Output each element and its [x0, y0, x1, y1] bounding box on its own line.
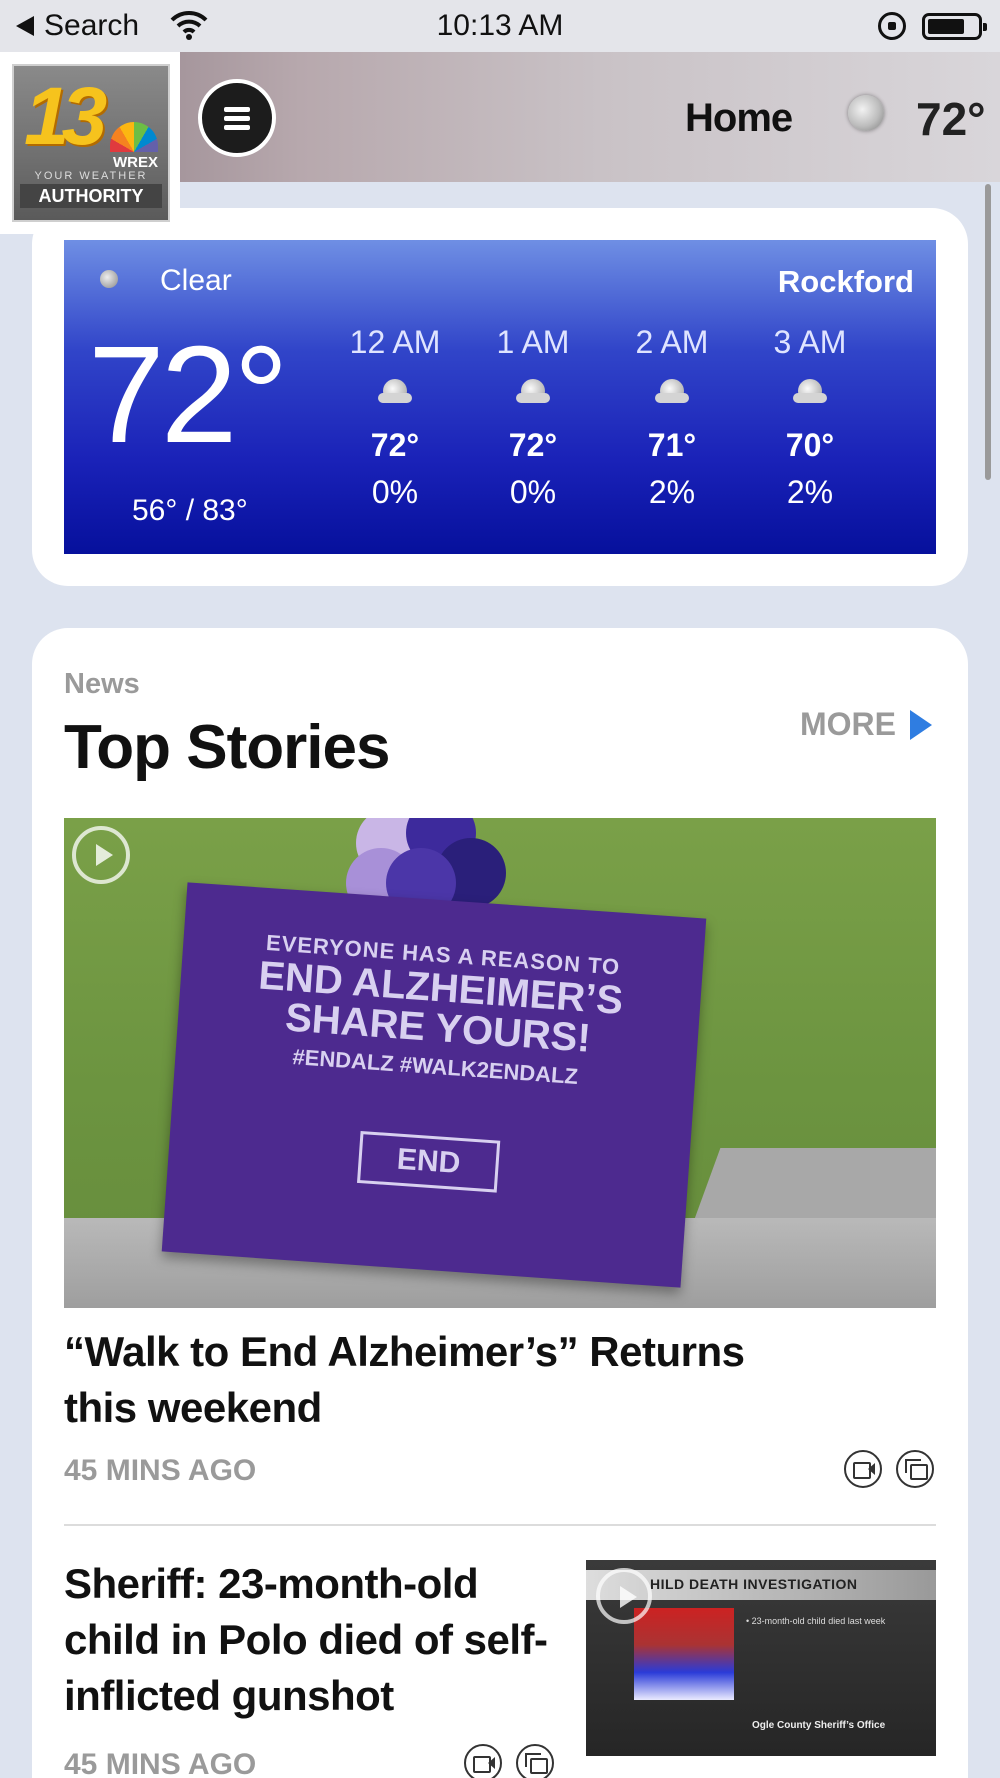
story-headline[interactable]: Sheriff: 23-month-old child in Polo died… [64, 1556, 564, 1724]
menu-icon [224, 107, 250, 112]
weather-city: Rockford [777, 264, 914, 299]
logo-number: 13 [24, 71, 107, 162]
logo-callsign: WREX [113, 154, 158, 171]
hour-time: 2 AM [635, 324, 709, 360]
story-timestamp: 45 MINS AGO [64, 1748, 257, 1778]
gallery-icon [516, 1744, 554, 1778]
play-icon[interactable] [72, 826, 130, 884]
news-card: News Top Stories MORE EVERYONE HAS A REA… [32, 628, 968, 1778]
page-title: Home [685, 96, 793, 140]
logo-tagline: YOUR WEATHER [34, 170, 148, 182]
clear-night-icon [100, 270, 118, 288]
weather-card[interactable]: Clear Rockford 72° 56° / 83° 12 AM 72° 0… [32, 208, 968, 586]
partly-cloudy-night-icon [793, 379, 827, 405]
story-image[interactable]: EVERYONE HAS A REASON TO END ALZHEIMER’S… [64, 818, 936, 1308]
orientation-lock-icon [878, 12, 906, 40]
play-icon[interactable] [596, 1568, 652, 1624]
hour-precip: 2% [648, 474, 696, 510]
hour-temp: 72° [370, 427, 420, 463]
event-sign: EVERYONE HAS A REASON TO END ALZHEIMER’S… [161, 882, 707, 1288]
hourly-forecast-item: 2 AM 71° 2% [607, 324, 737, 511]
partly-cloudy-night-icon [516, 379, 550, 405]
status-bar: Search 10:13 AM [0, 0, 1000, 52]
hour-time: 12 AM [349, 324, 441, 360]
hour-precip: 0% [371, 474, 419, 510]
status-time: 10:13 AM [436, 9, 564, 42]
scrollbar[interactable] [985, 184, 991, 480]
hi-lo-temperature: 56° / 83° [132, 494, 248, 527]
weather-condition: Clear [160, 264, 232, 297]
hour-precip: 2% [786, 474, 834, 510]
partly-cloudy-night-icon [378, 379, 412, 405]
video-icon [464, 1744, 502, 1778]
hourly-forecast-item: 1 AM 72° 0% [468, 324, 598, 511]
weather-panel[interactable]: Clear Rockford 72° 56° / 83° 12 AM 72° 0… [64, 240, 936, 554]
station-logo[interactable]: 13 WREX YOUR WEATHER AUTHORITY [0, 52, 180, 234]
header-temperature[interactable]: 72° [916, 92, 986, 146]
hamburger-menu-button[interactable] [198, 79, 276, 157]
play-arrow-icon [910, 709, 932, 740]
hour-temp: 72° [508, 427, 558, 463]
current-temperature: 72° [88, 318, 289, 472]
peacock-icon [110, 122, 158, 152]
section-label: News [64, 668, 140, 700]
hourly-forecast-item: 3 AM 70° 2% [745, 324, 875, 511]
battery-icon [922, 13, 987, 40]
story-headline[interactable]: “Walk to End Alzheimer’s” Returns this w… [64, 1324, 764, 1436]
video-icon [844, 1450, 882, 1488]
more-button[interactable]: MORE [800, 706, 932, 743]
hour-temp: 70° [785, 427, 835, 463]
gallery-icon [896, 1450, 934, 1488]
story-timestamp: 45 MINS AGO [64, 1454, 257, 1487]
police-lights-image [634, 1608, 734, 1700]
hour-time: 1 AM [496, 324, 570, 360]
hour-precip: 0% [509, 474, 557, 510]
partly-cloudy-night-icon [655, 379, 689, 405]
story-thumbnail[interactable]: HILD DEATH INVESTIGATION • 23-month-old … [586, 1560, 936, 1756]
moon-icon[interactable] [848, 95, 884, 131]
more-label: MORE [800, 706, 896, 742]
hour-time: 3 AM [773, 324, 847, 360]
hourly-forecast-item: 12 AM 72° 0% [330, 324, 460, 511]
section-title: Top Stories [64, 713, 390, 782]
logo-authority: AUTHORITY [20, 184, 162, 208]
hour-temp: 71° [647, 427, 697, 463]
divider [64, 1524, 936, 1526]
